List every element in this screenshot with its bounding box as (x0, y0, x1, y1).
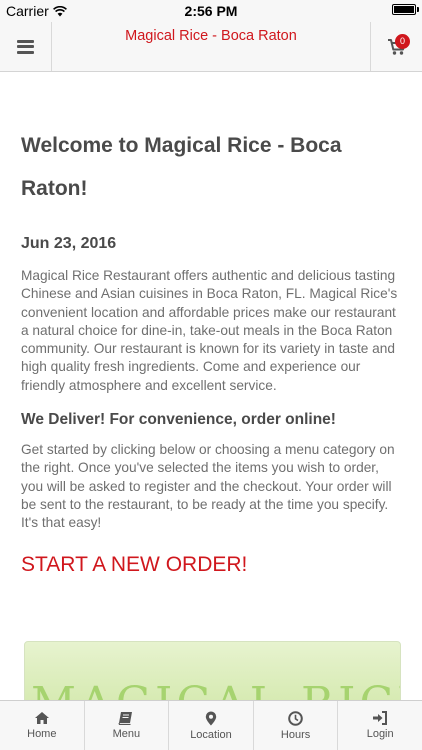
home-icon (34, 712, 49, 724)
instructions-paragraph: Get started by clicking below or choosin… (21, 442, 395, 531)
tab-hours-label: Hours (280, 728, 311, 741)
post-date: Jun 23, 2016 (21, 235, 117, 252)
map-marker-icon (205, 711, 217, 725)
main-content: Welcome to Magical Rice - Boca Raton! Ju… (21, 72, 403, 577)
tab-home[interactable]: Home (0, 701, 85, 750)
nav-bar: Magical Rice - Boca Raton 0 (0, 22, 422, 72)
tab-menu-label: Menu (112, 728, 141, 740)
hamburger-icon (17, 39, 34, 54)
tab-login-label: Login (366, 728, 394, 740)
tab-home-label: Home (27, 728, 57, 740)
page-title: Welcome to Magical Rice - Boca Raton! (21, 134, 342, 200)
menu-button[interactable] (0, 22, 52, 71)
tab-login[interactable]: Login (338, 701, 422, 750)
tab-location[interactable]: Location (169, 701, 254, 750)
sign-in-icon (373, 711, 388, 725)
status-time: 2:56 PM (184, 3, 238, 19)
battery-icon (392, 4, 419, 15)
cart-button[interactable]: 0 (370, 22, 422, 71)
book-icon (118, 712, 133, 725)
cart-count-badge: 0 (395, 34, 410, 49)
tab-menu[interactable]: Menu (85, 701, 170, 750)
clock-icon (288, 710, 303, 726)
delivery-heading: We Deliver! For convenience, order onlin… (21, 411, 336, 429)
nav-title: Magical Rice - Boca Raton (125, 28, 297, 44)
tab-bar: Home Menu Location Hours Login (0, 700, 422, 750)
tab-hours[interactable]: Hours (254, 701, 339, 750)
tab-location-label: Location (190, 728, 232, 741)
status-bar: Carrier 2:56 PM (0, 0, 422, 22)
intro-paragraph: Magical Rice Restaurant offers authentic… (21, 268, 398, 393)
start-new-order-link[interactable]: START A NEW ORDER! (21, 553, 403, 577)
